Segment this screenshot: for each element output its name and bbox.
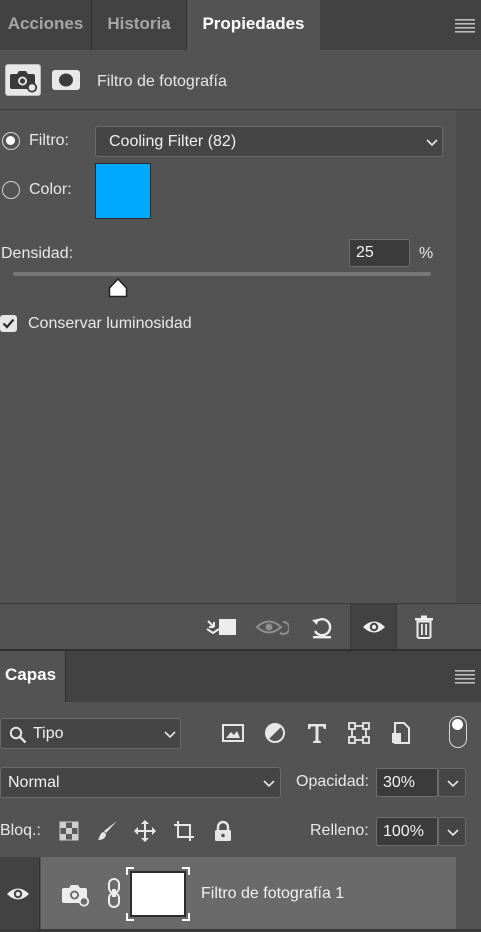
properties-title: Filtro de fotografía	[97, 73, 227, 90]
fill-input[interactable]: 100%	[376, 817, 438, 846]
filter-dropdown[interactable]: Cooling Filter (82)	[95, 126, 443, 157]
mask-frame-corner	[126, 867, 134, 875]
color-label: Color:	[29, 181, 72, 198]
type-layer-filter-icon[interactable]	[305, 721, 329, 745]
photo-filter-adjustment-icon	[62, 885, 90, 907]
properties-footer	[0, 603, 481, 650]
color-radio[interactable]	[2, 181, 20, 199]
reset-icon	[312, 618, 332, 639]
tab-acciones[interactable]: Acciones	[0, 0, 92, 50]
lock-image-pixels-icon[interactable]	[96, 819, 120, 843]
mask-frame-corner	[182, 867, 190, 875]
chevron-down-icon	[447, 829, 459, 837]
shape-layer-filter-icon[interactable]	[347, 721, 371, 745]
filter-dropdown-value: Cooling Filter (82)	[109, 133, 237, 150]
layer-filter-toggle[interactable]	[449, 716, 467, 748]
preserve-luminosity-checkbox[interactable]	[0, 315, 17, 332]
preserve-luminosity-label: Conservar luminosidad	[28, 315, 192, 332]
delete-button[interactable]	[404, 604, 444, 650]
density-input[interactable]: 25	[349, 239, 410, 267]
blend-mode-dropdown[interactable]: Normal	[0, 767, 281, 798]
chevron-down-icon	[426, 139, 438, 147]
mask-icon[interactable]	[50, 64, 82, 96]
lock-all-icon[interactable]	[211, 819, 235, 843]
pixel-layer-filter-icon[interactable]	[221, 721, 245, 745]
clip-to-layer-button[interactable]	[201, 604, 241, 650]
chevron-down-icon	[263, 780, 275, 788]
blend-mode-value: Normal	[8, 774, 60, 791]
density-slider-track[interactable]	[13, 272, 431, 276]
view-previous-state-button[interactable]	[252, 604, 292, 650]
chevron-down-icon	[164, 731, 176, 739]
adjustment-layer-filter-icon[interactable]	[263, 721, 287, 745]
search-icon	[9, 726, 27, 744]
layer-kind-filter-value: Tipo	[33, 725, 64, 742]
properties-header	[0, 50, 481, 110]
opacity-dropdown-button[interactable]	[438, 768, 466, 797]
filter-label: Filtro:	[29, 132, 69, 149]
layers-panel-menu-icon[interactable]	[455, 670, 475, 684]
tab-propiedades[interactable]: Propiedades	[187, 0, 320, 50]
properties-scrollbar[interactable]	[456, 110, 481, 603]
lock-transparent-pixels-icon[interactable]	[57, 819, 81, 843]
color-swatch[interactable]	[95, 163, 151, 219]
view-previous-state-icon	[255, 620, 289, 635]
chevron-down-icon	[447, 780, 459, 788]
opacity-label: Opacidad:	[296, 773, 369, 790]
layer-mask-thumbnail[interactable]	[130, 871, 186, 917]
filter-radio[interactable]	[2, 132, 20, 150]
eye-icon	[7, 888, 29, 900]
checkmark-icon	[2, 318, 15, 329]
density-label: Densidad:	[1, 245, 74, 262]
panel-tab-bar: Acciones Historia Propiedades	[0, 0, 481, 50]
eye-icon	[362, 621, 385, 633]
tab-capas[interactable]: Capas	[0, 651, 66, 702]
tab-historia[interactable]: Historia	[92, 0, 187, 50]
mask-frame-corner	[182, 913, 190, 921]
fill-dropdown-button[interactable]	[438, 817, 466, 846]
mask-frame-corner	[126, 913, 134, 921]
smart-object-filter-icon[interactable]	[389, 721, 413, 745]
chain-link-icon[interactable]	[106, 877, 122, 909]
lock-label: Bloq.:	[0, 822, 41, 839]
opacity-input[interactable]: 30%	[376, 768, 438, 797]
lock-position-icon[interactable]	[133, 819, 157, 843]
clip-to-layer-icon	[206, 619, 236, 635]
density-unit: %	[419, 245, 434, 262]
visibility-toggle-button[interactable]	[350, 604, 397, 650]
trash-icon	[415, 615, 433, 639]
layer-name[interactable]: Filtro de fotografía 1	[201, 885, 344, 903]
photo-filter-adjustment-icon[interactable]	[5, 64, 41, 96]
fill-label: Relleno:	[310, 822, 369, 839]
layers-tab-bar: Capas	[0, 649, 481, 702]
density-slider-thumb[interactable]	[108, 278, 128, 298]
layer-visibility-toggle[interactable]	[0, 857, 40, 929]
lock-artboard-icon[interactable]	[172, 819, 196, 843]
layer-kind-filter-dropdown[interactable]: Tipo	[0, 718, 181, 749]
panel-menu-icon[interactable]	[455, 19, 475, 33]
reset-button[interactable]	[302, 604, 342, 650]
